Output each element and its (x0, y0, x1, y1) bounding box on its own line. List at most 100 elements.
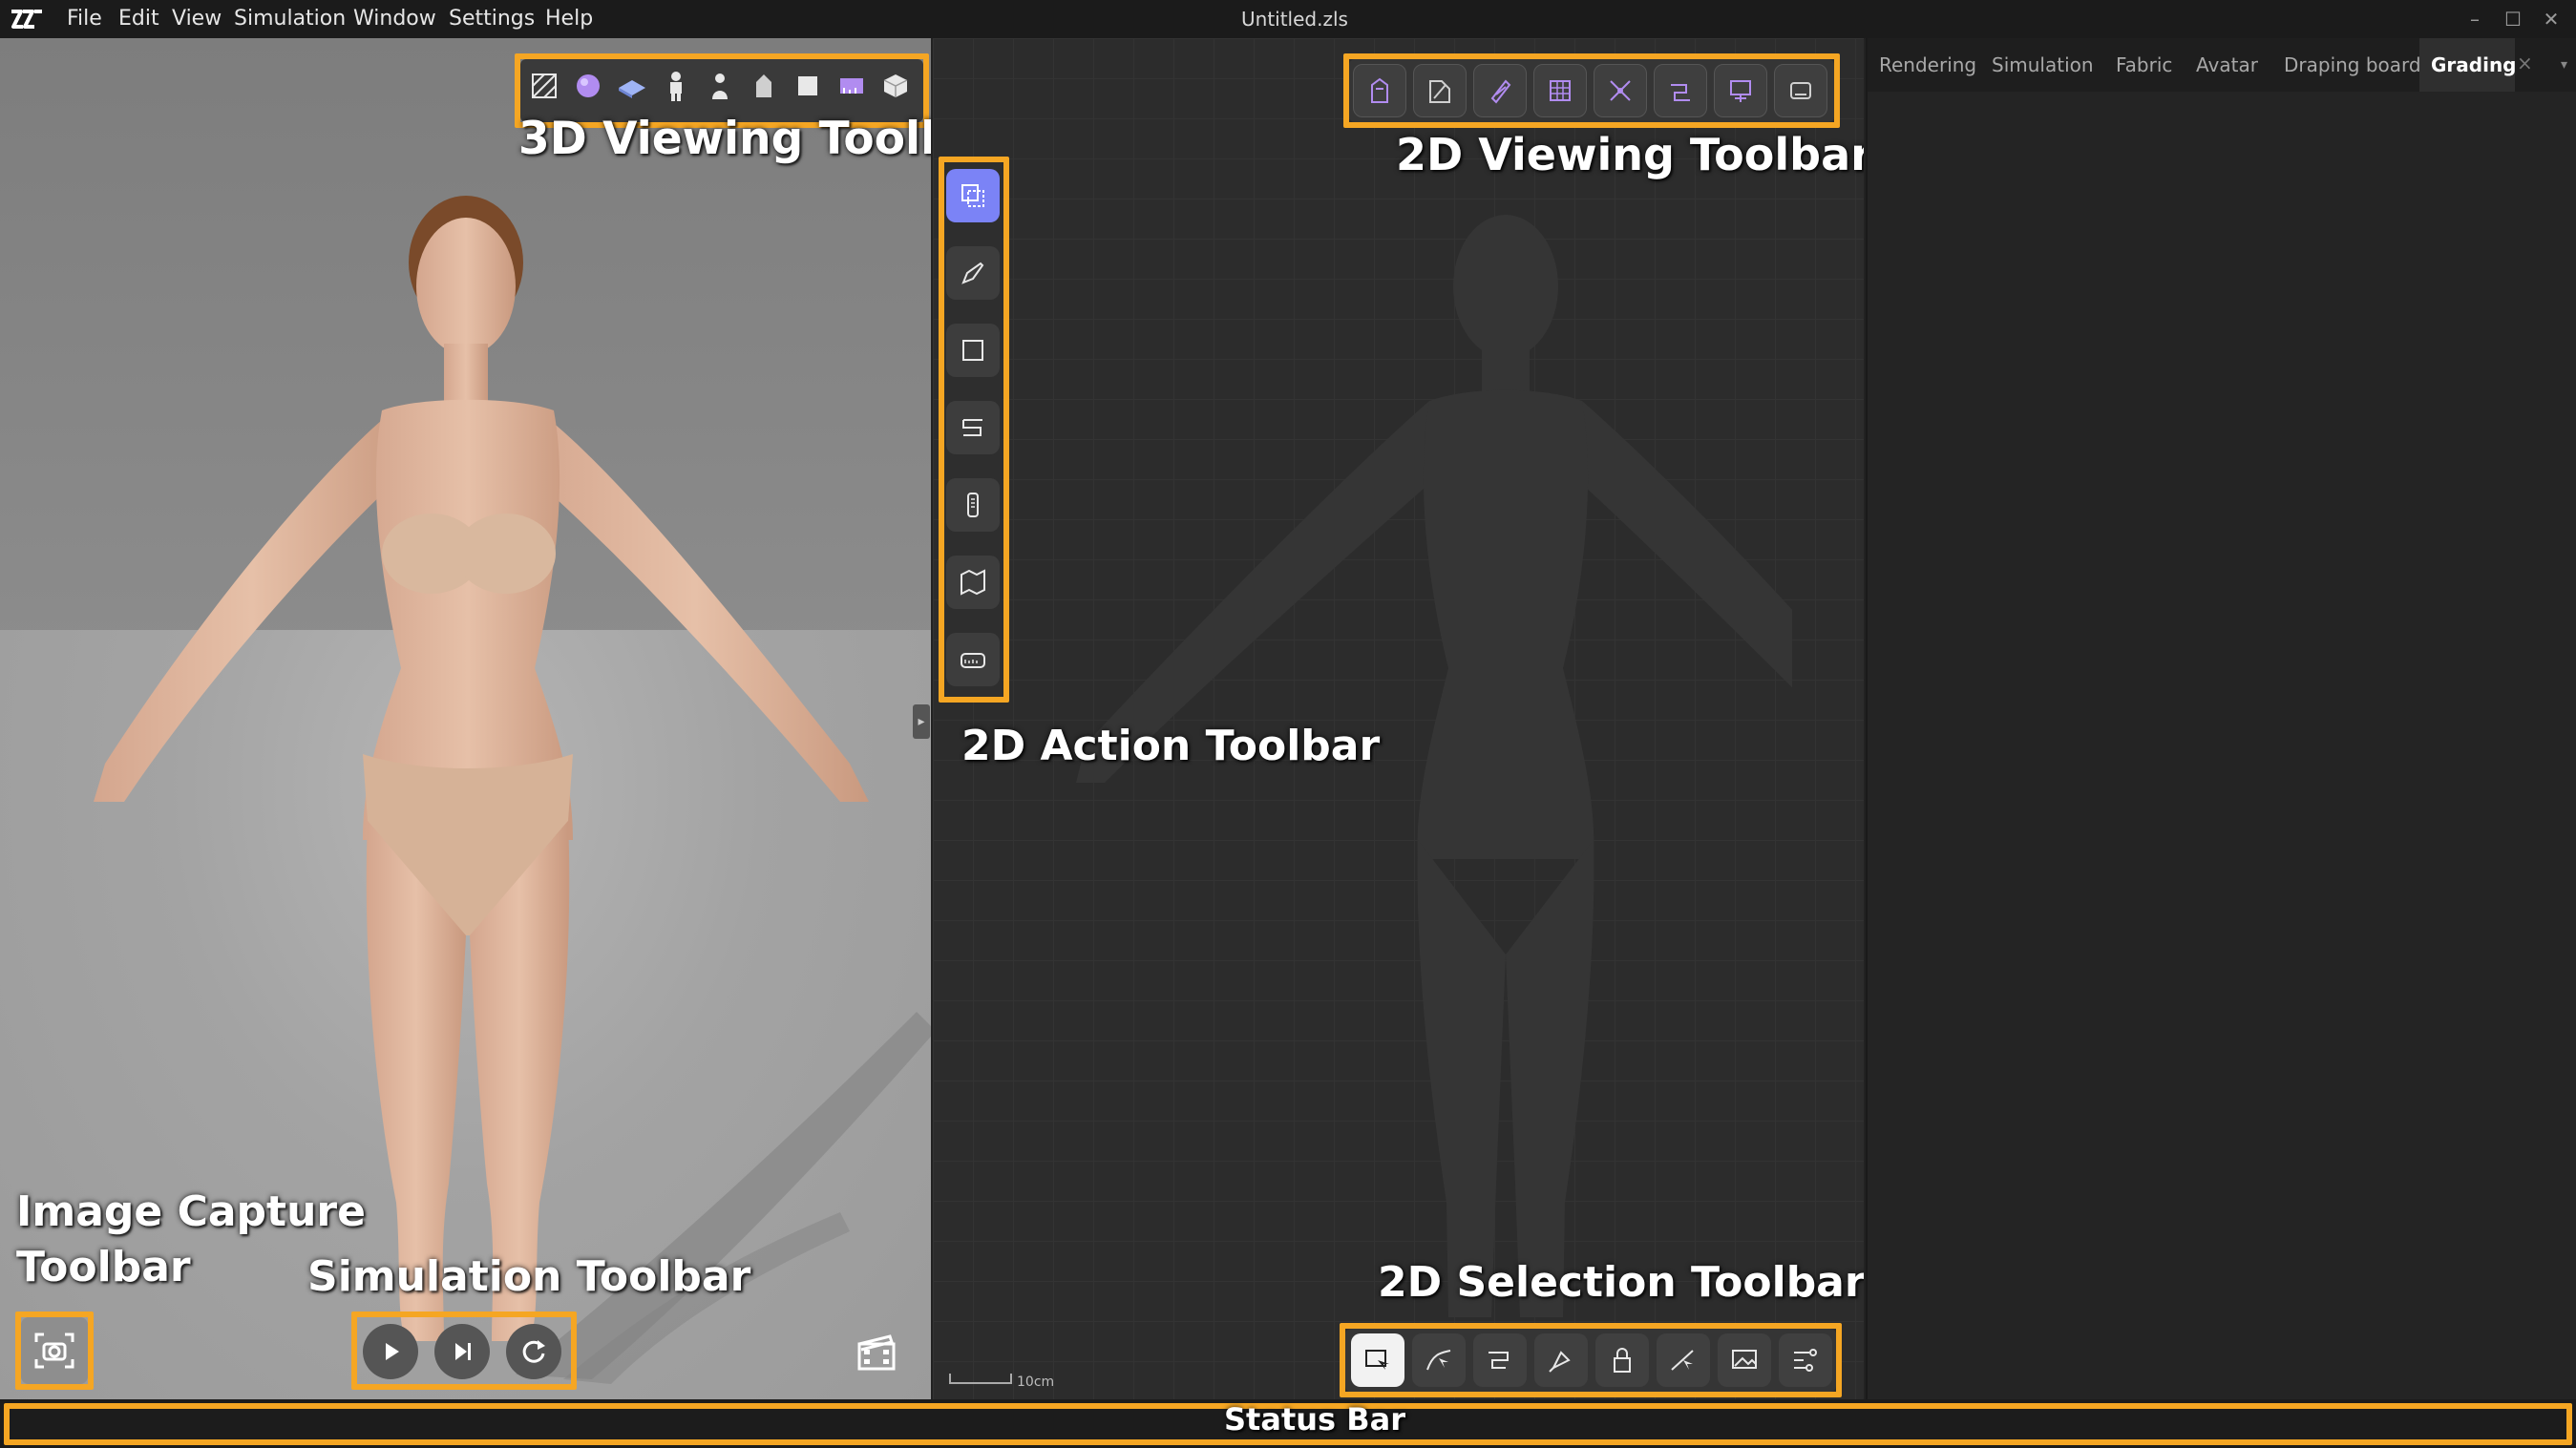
pen-button[interactable] (946, 246, 1000, 300)
zipper-icon (967, 493, 979, 517)
sphere-view-icon (577, 74, 600, 97)
box-button[interactable] (787, 65, 829, 107)
play-button[interactable] (363, 1324, 418, 1379)
record-button[interactable] (852, 1329, 901, 1378)
select-curve-button[interactable] (1412, 1333, 1466, 1387)
tab-fabric[interactable]: Fabric (2104, 38, 2184, 92)
avatar-button[interactable] (655, 65, 697, 107)
select-sewing-icon (1489, 1352, 1509, 1369)
minimize-button[interactable]: – (2461, 6, 2488, 32)
reset-icon (522, 1340, 545, 1363)
pattern-view-button[interactable] (1353, 64, 1406, 117)
menu-view[interactable]: View (172, 4, 222, 34)
pattern-view-icon (1371, 77, 1388, 103)
measure-button[interactable] (831, 65, 873, 107)
play-icon (386, 1343, 399, 1360)
garment-icon (756, 74, 771, 97)
fold-button[interactable] (946, 556, 1000, 609)
select-pattern-button[interactable] (1351, 1333, 1404, 1387)
action-2d-annotation: 2D Action Toolbar (961, 722, 1381, 770)
pen-icon (961, 262, 984, 284)
tape-measure-button[interactable] (946, 633, 1000, 686)
tape-view-icon (1790, 82, 1811, 99)
panel-tab-bar: Rendering Simulation Fabric Avatar Drapi… (1868, 38, 2576, 92)
sphere-view-button[interactable] (567, 65, 609, 107)
viewing-3d-annotation: 3D Viewing Toolbar (518, 113, 931, 165)
tab-draping-board[interactable]: Draping board (2272, 38, 2433, 92)
scale-label: 10cm (1017, 1375, 1055, 1390)
tab-rendering[interactable]: Rendering (1868, 38, 1988, 92)
sewing-icon (962, 419, 982, 436)
cube-icon (883, 74, 908, 97)
select-sewing-button[interactable] (1473, 1333, 1527, 1387)
viewport-2d[interactable]: 2D Action Toolbar 2D Viewing Toolbar 2D … (933, 38, 1864, 1399)
select-image-button[interactable] (1718, 1333, 1771, 1387)
app-logo-icon (11, 10, 42, 29)
film-icon (857, 1334, 896, 1371)
pattern-edit-icon (1429, 80, 1450, 103)
rectangle-button[interactable] (946, 324, 1000, 377)
sewing-view-icon (1671, 84, 1690, 101)
panel-collapse-handle[interactable]: ▸ (913, 704, 930, 739)
select-line-button[interactable] (1657, 1333, 1710, 1387)
grid-icon (1550, 80, 1571, 101)
fabric-view-button[interactable] (1473, 64, 1527, 117)
arrangement-view-button[interactable] (1714, 64, 1767, 117)
tab-simulation[interactable]: Simulation (1980, 38, 2105, 92)
plane-view-button[interactable] (611, 65, 653, 107)
tape-view-button[interactable] (1774, 64, 1827, 117)
menu-window[interactable]: Window (353, 4, 436, 34)
pattern-edit-button[interactable] (1413, 64, 1467, 117)
texture-view-button[interactable] (523, 65, 565, 107)
texture-view-icon (532, 73, 557, 98)
viewport-3d[interactable]: 3D Viewing Toolbar Image Capture Toolbar… (0, 38, 931, 1399)
image-capture-annotation-line1: Image Capture (16, 1187, 366, 1236)
menu-edit[interactable]: Edit (118, 4, 159, 34)
garment-button[interactable] (743, 65, 785, 107)
sewing-view-button[interactable] (1654, 64, 1707, 117)
menu-bar: File Edit View Simulation Window Setting… (0, 0, 2576, 38)
select-pin-icon (1549, 1351, 1571, 1373)
menu-help[interactable]: Help (545, 4, 593, 34)
avatar-silhouette-icon (712, 73, 728, 99)
arrangement-view-icon (1730, 80, 1751, 102)
select-pin-button[interactable] (1534, 1333, 1588, 1387)
plane-view-icon (619, 80, 645, 98)
maximize-button[interactable]: ☐ (2500, 6, 2526, 32)
zipper-button[interactable] (946, 478, 1000, 532)
scale-ruler (949, 1374, 1012, 1384)
fold-icon (961, 569, 985, 596)
tab-avatar[interactable]: Avatar (2185, 38, 2270, 92)
step-icon (455, 1343, 471, 1360)
measure-icon (840, 78, 863, 94)
line-cut-button[interactable] (1594, 64, 1647, 117)
menu-file[interactable]: File (67, 4, 102, 34)
box-icon (798, 76, 817, 95)
grid-button[interactable] (1533, 64, 1587, 117)
menu-settings[interactable]: Settings (449, 4, 535, 34)
tab-grading[interactable]: Grading (2419, 38, 2517, 92)
avatar-model[interactable] (38, 172, 897, 1355)
menu-simulation[interactable]: Simulation (234, 4, 346, 34)
reset-button[interactable] (506, 1324, 561, 1379)
avatar-icon (670, 72, 682, 101)
step-button[interactable] (434, 1324, 490, 1379)
cube-button[interactable] (875, 65, 917, 107)
status-bar-annotation: Status Bar (1224, 1401, 1405, 1438)
sewing-button[interactable] (946, 401, 1000, 454)
tab-overflow-icon[interactable]: ▾ (2561, 57, 2567, 73)
select-transform-icon (961, 184, 984, 207)
select-line-icon (1671, 1350, 1694, 1371)
avatar-silhouette-button[interactable] (699, 65, 741, 107)
tab-close-icon[interactable]: × (2517, 52, 2533, 74)
tape-measure-icon (961, 653, 985, 668)
image-capture-highlight (15, 1312, 94, 1390)
close-window-button[interactable]: ✕ (2538, 6, 2565, 32)
select-lock-button[interactable] (1595, 1333, 1649, 1387)
select-transform-button[interactable] (946, 169, 1000, 222)
select-filter-button[interactable] (1779, 1333, 1832, 1387)
select-lock-icon (1614, 1348, 1631, 1373)
viewing-2d-annotation: 2D Viewing Toolbar (1396, 129, 1864, 180)
select-image-icon (1732, 1350, 1757, 1369)
fabric-view-icon (1490, 79, 1511, 104)
